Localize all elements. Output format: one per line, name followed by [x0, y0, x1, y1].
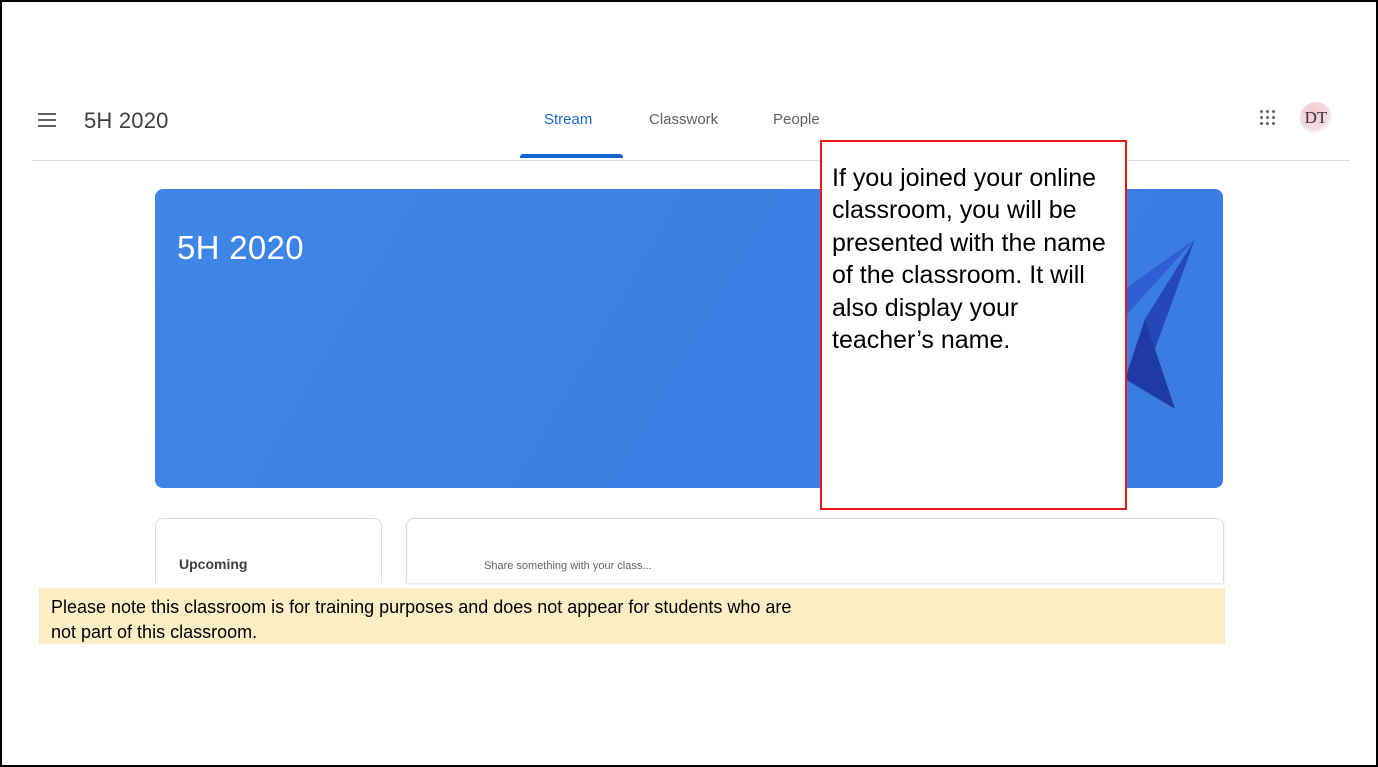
tab-people[interactable]: People [773, 111, 820, 128]
avatar[interactable]: DT [1300, 102, 1332, 134]
training-note-text: Please note this classroom is for traini… [51, 597, 792, 642]
tab-classwork[interactable]: Classwork [649, 111, 718, 128]
upcoming-title: Upcoming [179, 556, 248, 572]
slide-frame: 5H 2020 Stream Classwork People DT 5H 20… [0, 0, 1378, 767]
share-prompt[interactable]: Share something with your class... [484, 560, 652, 572]
banner-class-title[interactable]: 5H 2020 [177, 229, 304, 267]
upcoming-card: Upcoming [155, 518, 382, 583]
callout-text: If you joined your online classroom, you… [832, 164, 1106, 355]
share-box[interactable]: Share something with your class... [406, 518, 1224, 583]
apps-grid-icon[interactable] [1260, 110, 1276, 126]
menu-icon[interactable] [38, 113, 56, 127]
instruction-callout: If you joined your online classroom, you… [820, 140, 1127, 510]
tab-stream[interactable]: Stream [544, 111, 592, 128]
active-tab-indicator [520, 154, 623, 158]
classroom-header: 5H 2020 Stream Classwork People DT [32, 98, 1350, 161]
training-note: Please note this classroom is for traini… [39, 588, 1225, 644]
class-name[interactable]: 5H 2020 [84, 108, 169, 134]
